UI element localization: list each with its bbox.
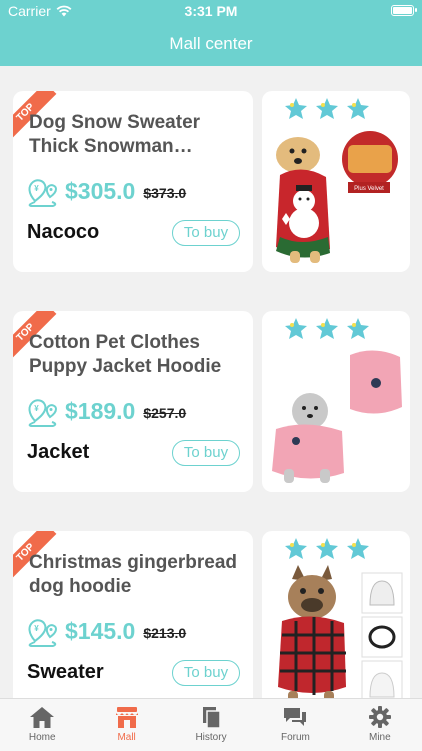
store-icon: [115, 707, 138, 728]
product-category: Sweater: [27, 661, 104, 683]
original-price: $373.0: [143, 185, 187, 201]
gear-icon: [368, 706, 391, 728]
status-time: 3:31 PM: [184, 3, 238, 19]
product-list: TOP Dog Snow Sweater Thick Snowman Sweat…: [0, 66, 422, 726]
product-row: TOP Dog Snow Sweater Thick Snowman Sweat…: [0, 66, 422, 286]
location-pin-icon: ¥: [28, 179, 58, 207]
product-image[interactable]: [262, 531, 410, 712]
to-buy-button[interactable]: To buy: [172, 440, 240, 466]
status-bar: Carrier 3:31 PM: [0, 0, 422, 22]
dog-jacket-photo: [272, 350, 402, 483]
tab-history[interactable]: History: [169, 699, 253, 751]
tab-bar: Home Mall History Forum Mine: [0, 698, 422, 751]
svg-text:¥: ¥: [34, 184, 39, 193]
svg-text:¥: ¥: [34, 624, 39, 633]
product-card[interactable]: TOP Cotton Pet Clothes Puppy Jacket Hood…: [13, 311, 253, 492]
bulldog-hoodie-photo: [278, 565, 403, 705]
tab-home[interactable]: Home: [0, 699, 84, 751]
page-title: Mall center: [169, 34, 253, 53]
tab-mine[interactable]: Mine: [338, 699, 422, 751]
product-row: TOP Christmas gingerbread dog hoodie ¥ $…: [0, 506, 422, 726]
product-name: Cotton Pet Clothes Puppy Jacket Hoodie: [29, 332, 222, 377]
product-card[interactable]: TOP Dog Snow Sweater Thick Snowman Sweat…: [13, 91, 253, 272]
dog-sweater-photo: Plus Velvet: [276, 131, 398, 263]
tab-label: Mall: [117, 732, 136, 743]
photo-caption: Plus Velvet: [354, 186, 384, 192]
product-image[interactable]: [262, 311, 410, 492]
svg-text:¥: ¥: [34, 404, 39, 413]
tab-mall[interactable]: Mall: [84, 699, 168, 751]
product-price: $305.0: [65, 177, 136, 204]
location-pin-icon: ¥: [28, 399, 58, 427]
to-buy-button[interactable]: To buy: [172, 220, 240, 246]
product-price: $145.0: [65, 617, 136, 644]
location-pin-icon: ¥: [28, 619, 58, 647]
price-row: ¥ $305.0 $373.0: [25, 175, 186, 207]
original-price: $213.0: [143, 625, 187, 641]
tab-forum[interactable]: Forum: [253, 699, 337, 751]
original-price: $257.0: [143, 405, 187, 421]
product-name: Dog Snow Sweater Thick Snowman Sweater: [29, 112, 201, 157]
tab-label: History: [195, 732, 227, 743]
tab-label: Home: [28, 732, 56, 743]
product-image[interactable]: Plus Velvet: [262, 91, 410, 272]
home-icon: [30, 707, 55, 728]
product-name: Christmas gingerbread dog hoodie: [29, 552, 237, 597]
product-card[interactable]: TOP Christmas gingerbread dog hoodie ¥ $…: [13, 531, 253, 712]
tab-label: Mine: [368, 732, 391, 743]
battery-icon: [391, 5, 417, 16]
forum-icon: [284, 708, 307, 726]
price-row: ¥ $145.0 $213.0: [25, 615, 186, 647]
product-category: Jacket: [27, 441, 90, 463]
tab-label: Forum: [280, 732, 310, 743]
header-bar: Carrier 3:31 PM Mall center: [0, 0, 422, 66]
product-row: TOP Cotton Pet Clothes Puppy Jacket Hood…: [0, 286, 422, 506]
to-buy-button[interactable]: To buy: [172, 660, 240, 686]
product-category: Nacoco: [27, 221, 100, 243]
history-icon: [203, 707, 221, 729]
product-price: $189.0: [65, 397, 136, 424]
price-row: ¥ $189.0 $257.0: [25, 395, 186, 427]
